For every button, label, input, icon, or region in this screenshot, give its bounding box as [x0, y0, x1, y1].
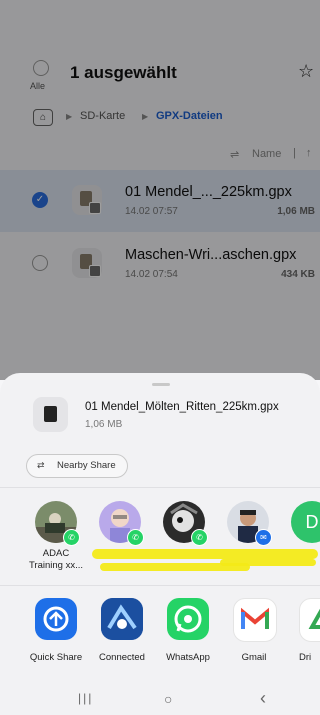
whatsapp-badge-icon: ✆ — [191, 529, 208, 546]
avatar-initial: D — [291, 501, 320, 543]
app-connected[interactable]: Connected — [90, 598, 154, 668]
app-gmail[interactable]: Gmail — [222, 598, 286, 668]
whatsapp-icon — [167, 598, 209, 640]
app-label: Gmail — [241, 652, 267, 663]
message-badge-icon: ✉ — [255, 529, 272, 546]
system-navigation-bar: ||| ○ ‹ — [0, 685, 320, 715]
shared-file-size: 1,06 MB — [85, 419, 123, 430]
contact-item[interactable]: ✆ ADAC Training xx... — [26, 501, 86, 573]
app-whatsapp[interactable]: WhatsApp — [156, 598, 220, 668]
whatsapp-badge-icon: ✆ — [63, 529, 80, 546]
contact-name: ADAC Training xx... — [28, 548, 84, 571]
nearby-share-label: Nearby Share — [57, 460, 116, 471]
app-quick-share[interactable]: Quick Share — [24, 598, 88, 668]
redaction-mark — [92, 549, 318, 559]
app-label: Connected — [99, 652, 145, 663]
divider — [0, 585, 320, 586]
redaction-mark — [220, 559, 316, 566]
app-label: Quick Share — [29, 652, 83, 663]
shared-file-name: 01 Mendel_Mölten_Ritten_225km.gpx — [85, 401, 279, 413]
gmail-icon — [233, 598, 277, 642]
home-icon[interactable]: ○ — [164, 691, 172, 707]
background-dim-overlay[interactable] — [0, 0, 320, 380]
shared-file-icon — [33, 397, 68, 432]
drive-icon — [299, 598, 320, 642]
nearby-share-icon: ⇄ — [37, 460, 45, 470]
app-label: WhatsApp — [166, 652, 210, 663]
drag-handle[interactable] — [152, 383, 170, 386]
nearby-share-button[interactable]: ⇄ Nearby Share — [26, 454, 128, 478]
recents-icon[interactable]: ||| — [78, 691, 93, 705]
whatsapp-badge-icon: ✆ — [127, 529, 144, 546]
quick-share-icon — [35, 598, 77, 640]
connected-icon — [101, 598, 143, 640]
share-sheet: 01 Mendel_Mölten_Ritten_225km.gpx 1,06 M… — [0, 373, 320, 715]
divider — [0, 487, 320, 488]
back-icon[interactable]: ‹ — [260, 688, 266, 709]
app-label: Dri — [299, 652, 312, 663]
app-drive[interactable]: Dri — [288, 598, 320, 668]
